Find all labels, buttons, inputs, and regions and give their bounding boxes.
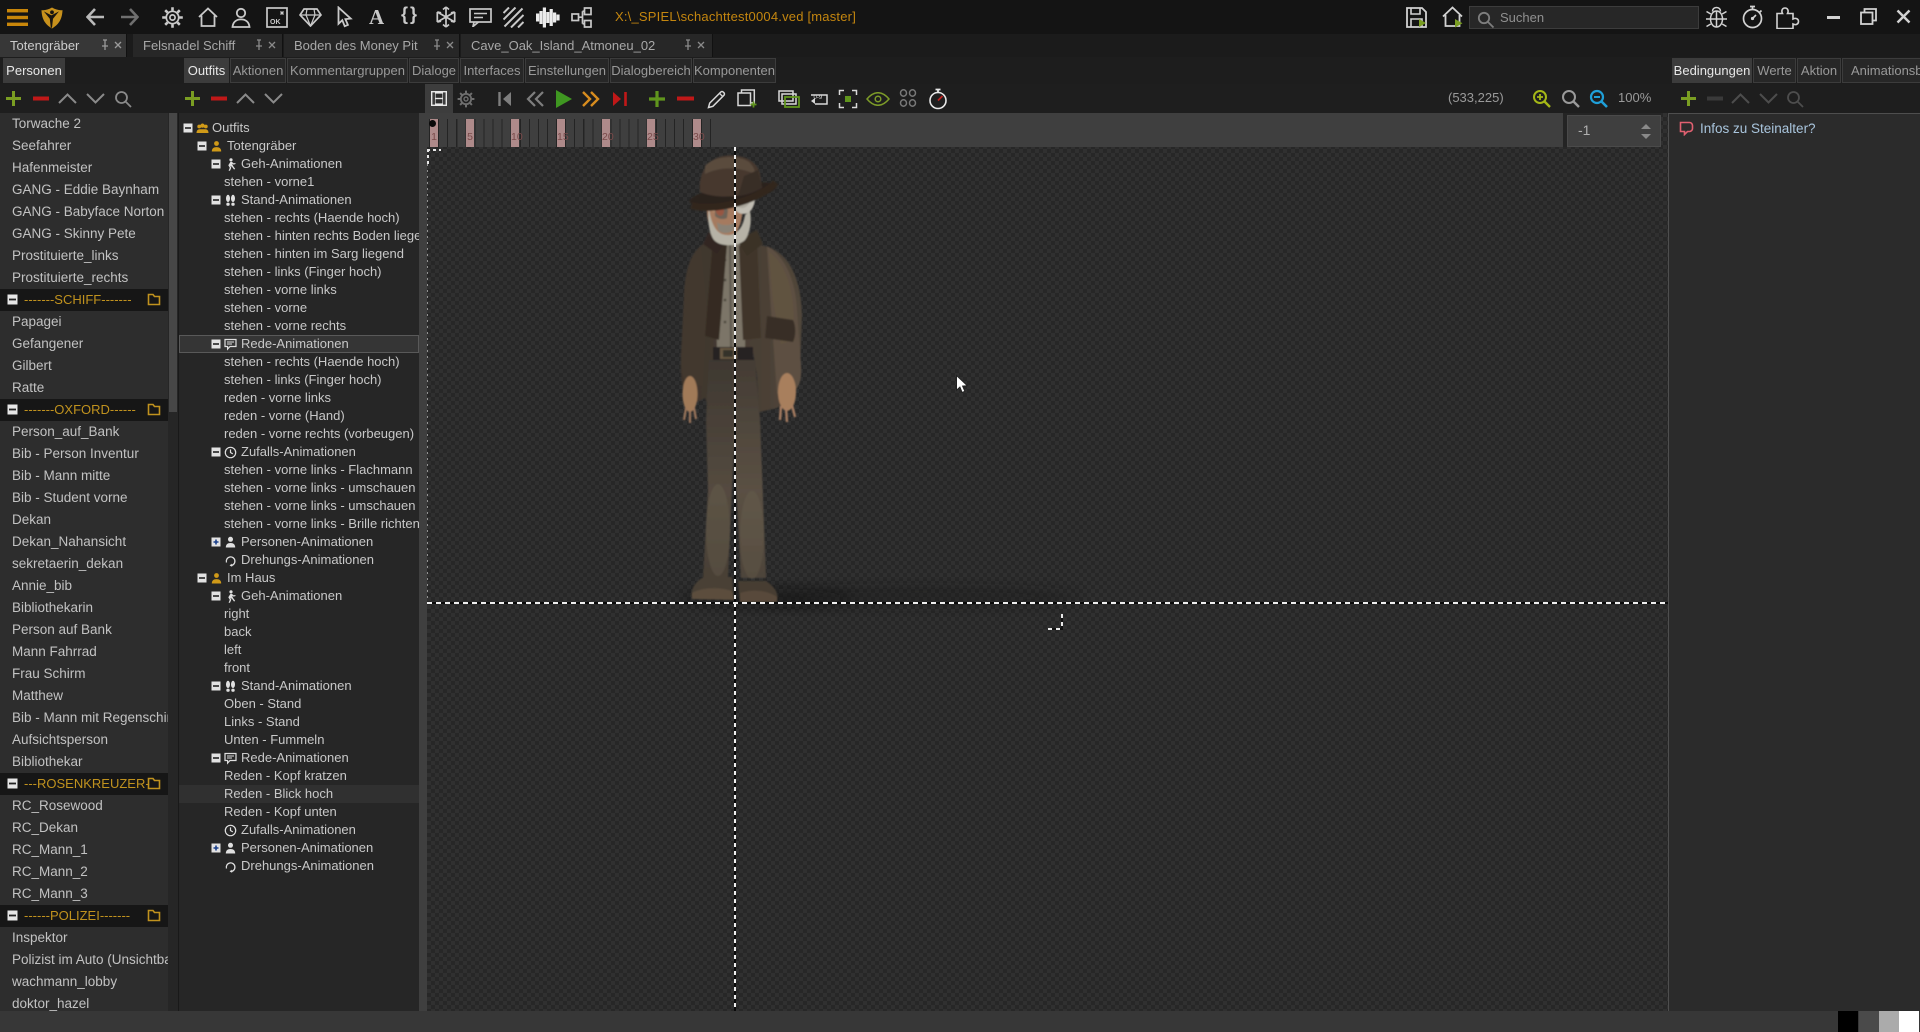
svg-text:0-9: 0-9 <box>814 95 823 101</box>
svg-text:OK: OK <box>270 19 281 26</box>
